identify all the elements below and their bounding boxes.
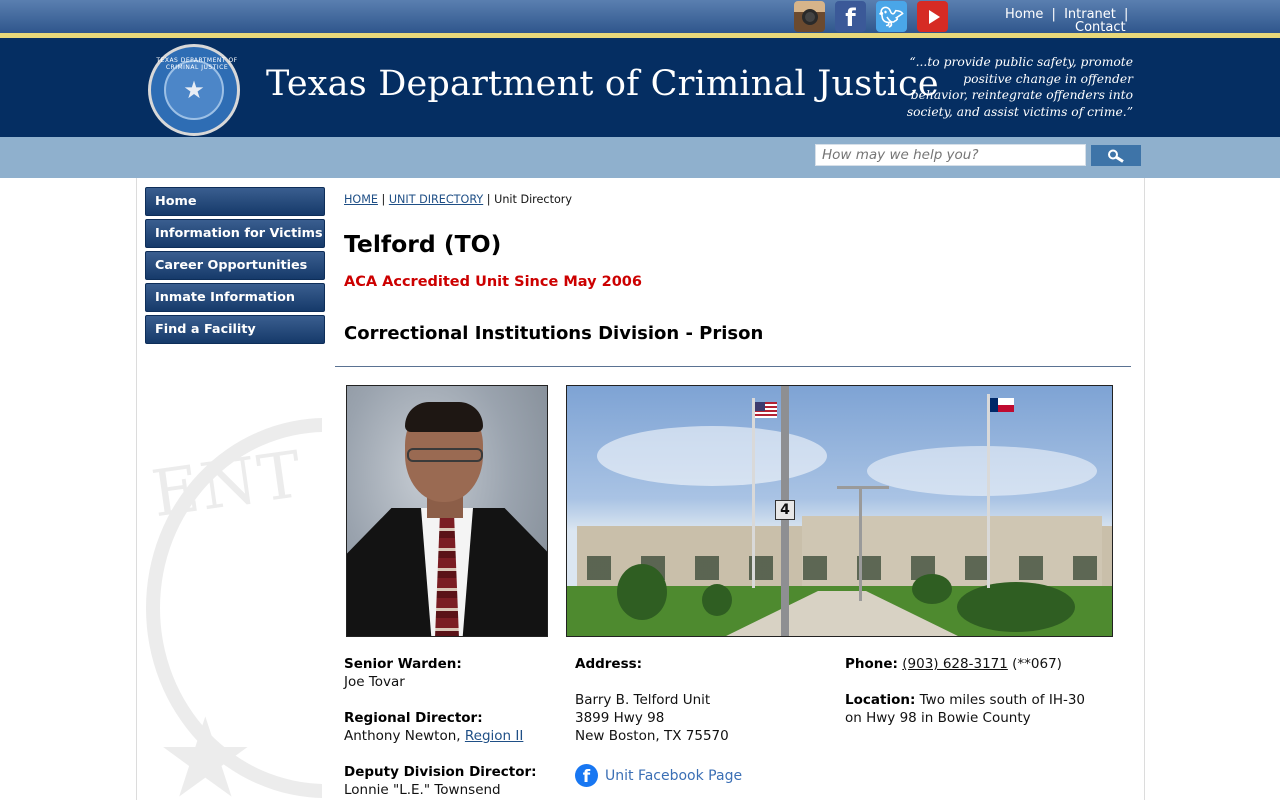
- regional-director-label: Regional Director:: [344, 710, 483, 726]
- deputy-director-name: Lonnie "L.E." Townsend: [344, 782, 501, 798]
- site-title[interactable]: Texas Department of Criminal Justice: [266, 64, 939, 104]
- senior-warden-name: Joe Tovar: [344, 674, 405, 690]
- photo-bush: [617, 564, 667, 620]
- photo-texas-flag-band: [990, 398, 998, 412]
- breadcrumb-current: Unit Directory: [494, 193, 573, 206]
- deputy-director-label: Deputy Division Director:: [344, 764, 537, 780]
- seal-text: TEXAS DEPARTMENT OF CRIMINAL JUSTICE: [156, 57, 238, 71]
- accreditation-notice: ACA Accredited Unit Since May 2006: [344, 274, 642, 290]
- agency-motto: “...to provide public safety, promote po…: [906, 55, 1133, 119]
- photo-glasses: [407, 448, 483, 462]
- region-link[interactable]: Region II: [465, 728, 523, 744]
- photo-flagpole: [752, 398, 755, 588]
- senior-warden-photo: [346, 385, 548, 637]
- star-icon: ★: [156, 694, 255, 800]
- location-row: Location: Two miles south of IH-30 on Hw…: [845, 691, 1100, 727]
- photo-lamp-post: [859, 486, 862, 601]
- unit-facebook-label[interactable]: Unit Facebook Page: [605, 768, 742, 784]
- search-bar: [0, 137, 1280, 178]
- photo-us-flag-canton: [755, 402, 765, 411]
- phone-row: Phone: (903) 628-3171 (**067): [845, 655, 1135, 673]
- staff-info: Senior Warden: Joe Tovar Regional Direct…: [344, 655, 559, 799]
- photo-hair: [405, 402, 483, 432]
- top-link-separator: |: [1051, 7, 1056, 22]
- instagram-icon[interactable]: [794, 1, 825, 32]
- breadcrumb-home[interactable]: HOME: [344, 193, 378, 206]
- agency-seal-logo[interactable]: TEXAS DEPARTMENT OF CRIMINAL JUSTICE ★: [148, 44, 240, 136]
- facebook-icon[interactable]: f: [835, 1, 866, 32]
- breadcrumb-separator: |: [381, 193, 386, 206]
- sidebar-item-inmate-info[interactable]: Inmate Information: [145, 283, 325, 312]
- sidebar-item-careers[interactable]: Career Opportunities: [145, 251, 325, 280]
- breadcrumb-unit-directory[interactable]: UNIT DIRECTORY: [389, 193, 483, 206]
- address-label: Address:: [575, 656, 643, 672]
- division-heading: Correctional Institutions Division - Pri…: [344, 323, 764, 344]
- photo-lamp-arm: [837, 486, 889, 489]
- sidebar-item-home[interactable]: Home: [145, 187, 325, 216]
- contact-info: Phone: (903) 628-3171 (**067) Location: …: [845, 655, 1135, 727]
- senior-warden-label: Senior Warden:: [344, 656, 462, 672]
- search-button[interactable]: [1091, 145, 1141, 166]
- phone-link[interactable]: (903) 628-3171: [902, 656, 1008, 672]
- regional-director-row: Anthony Newton, Region II: [344, 727, 559, 745]
- youtube-icon[interactable]: [917, 1, 948, 32]
- address-line-1: Barry B. Telford Unit: [575, 692, 711, 708]
- photo-pole-sign: 4: [775, 500, 795, 520]
- address-info: Address: Barry B. Telford Unit 3899 Hwy …: [575, 655, 825, 745]
- photo-bush: [912, 574, 952, 604]
- breadcrumb: HOME | UNIT DIRECTORY | Unit Directory: [344, 193, 572, 206]
- section-divider: [335, 366, 1131, 367]
- search-icon: [1108, 149, 1124, 163]
- breadcrumb-separator: |: [486, 193, 491, 206]
- photo-cloud: [867, 446, 1097, 496]
- unit-facebook-link[interactable]: f Unit Facebook Page: [575, 764, 742, 787]
- twitter-icon[interactable]: 🐦︎: [876, 1, 907, 32]
- page-title: Telford (TO): [344, 230, 502, 258]
- seal-watermark: ENT ★: [146, 418, 322, 800]
- sidebar-item-find-facility[interactable]: Find a Facility: [145, 315, 325, 344]
- sidebar-nav: Home Information for Victims Career Oppo…: [145, 187, 325, 347]
- search-input[interactable]: [815, 144, 1086, 166]
- site-header: TEXAS DEPARTMENT OF CRIMINAL JUSTICE ★ T…: [0, 38, 1280, 137]
- sidebar-item-victims[interactable]: Information for Victims: [145, 219, 325, 248]
- phone-label: Phone:: [845, 656, 898, 672]
- phone-extension: (**067): [1012, 656, 1062, 672]
- photo-bush: [957, 582, 1075, 632]
- top-link-home[interactable]: Home: [1005, 7, 1043, 22]
- photo-windows: [587, 556, 1107, 580]
- location-label: Location:: [845, 692, 916, 708]
- facebook-icon: f: [575, 764, 598, 787]
- top-utility-bar: f 🐦︎ Home | Intranet | Contact: [0, 0, 1280, 34]
- photo-cloud: [597, 426, 827, 486]
- address-line-3: New Boston, TX 75570: [575, 728, 729, 744]
- facility-photo: 4: [566, 385, 1113, 637]
- photo-flagpole: [987, 394, 990, 588]
- regional-director-name: Anthony Newton,: [344, 728, 461, 744]
- top-links: Home | Intranet | Contact: [1000, 8, 1140, 34]
- photo-bush: [702, 584, 732, 616]
- address-line-2: 3899 Hwy 98: [575, 710, 665, 726]
